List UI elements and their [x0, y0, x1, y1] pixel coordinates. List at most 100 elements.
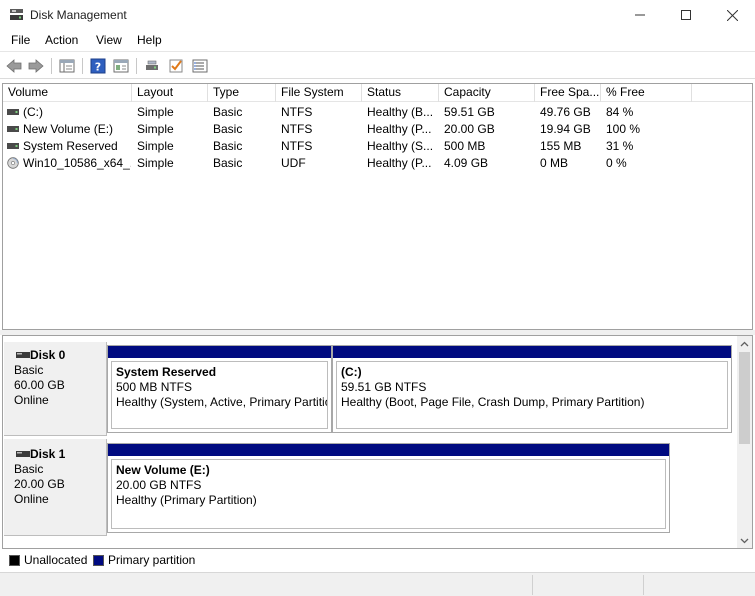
cell-type: Basic: [213, 122, 243, 136]
column-header-volume[interactable]: Volume: [3, 84, 132, 102]
table-row[interactable]: Win10_10586_x64_... Simple Basic UDF Hea…: [3, 155, 752, 172]
column-header-free-space[interactable]: Free Spa...: [535, 84, 601, 102]
cell-file-system: NTFS: [281, 105, 313, 119]
menu-help[interactable]: Help: [137, 33, 162, 47]
disk-0-type: Basic: [14, 363, 44, 377]
partition-status: Healthy (Boot, Page File, Crash Dump, Pr…: [341, 395, 645, 409]
cell-volume: System Reserved: [23, 139, 118, 153]
cell-percent-free: 100 %: [606, 122, 641, 136]
partition-size: 500 MB NTFS: [116, 380, 193, 394]
volume-list[interactable]: Volume Layout Type File System Status Ca…: [2, 83, 753, 330]
cell-capacity: 4.09 GB: [444, 156, 489, 170]
menu-file[interactable]: File: [11, 33, 30, 47]
cell-free-space: 19.94 GB: [540, 122, 591, 136]
maximize-button[interactable]: [663, 0, 709, 30]
cell-status: Healthy (P...: [367, 122, 432, 136]
minimize-button[interactable]: [617, 0, 663, 30]
status-pane: [532, 575, 533, 595]
rescan-disks-button[interactable]: [166, 56, 186, 76]
cell-percent-free: 0 %: [606, 156, 627, 170]
menu-bar: File Action View Help: [0, 30, 755, 52]
disk-management-app-icon: [10, 9, 23, 20]
toolbar: ?: [0, 53, 755, 79]
help-button[interactable]: ?: [88, 56, 108, 76]
cell-volume: (C:): [23, 105, 43, 119]
window-title: Disk Management: [30, 8, 127, 22]
disk-drive-icon: [16, 352, 30, 358]
cell-percent-free: 84 %: [606, 105, 634, 119]
close-button[interactable]: [709, 0, 755, 30]
column-header-percent-free[interactable]: % Free: [601, 84, 692, 102]
partition-label: (C:): [341, 365, 362, 379]
table-row[interactable]: (C:) Simple Basic NTFS Healthy (B... 59.…: [3, 104, 752, 121]
table-row[interactable]: New Volume (E:) Simple Basic NTFS Health…: [3, 121, 752, 138]
column-header-file-system[interactable]: File System: [276, 84, 362, 102]
scroll-down-button[interactable]: [737, 533, 752, 548]
back-arrow-icon: [6, 59, 22, 73]
cell-layout: Simple: [137, 105, 174, 119]
disk-1-label[interactable]: Disk 1 Basic 20.00 GB Online: [4, 439, 107, 536]
partition-status: Healthy (System, Active, Primary Partiti…: [116, 395, 328, 409]
legend-swatch-primary-partition: [93, 555, 104, 566]
status-bar: [0, 572, 755, 596]
disk-0-label[interactable]: Disk 0 Basic 60.00 GB Online: [4, 342, 107, 436]
cell-type: Basic: [213, 105, 243, 119]
disk-graphical-view[interactable]: Disk 0 Basic 60.00 GB Online System Rese…: [2, 335, 753, 549]
column-header-type[interactable]: Type: [208, 84, 276, 102]
cell-capacity: 20.00 GB: [444, 122, 495, 136]
status-pane: [643, 575, 644, 595]
disk-0-size: 60.00 GB: [14, 378, 65, 392]
primary-partition-bar: [108, 444, 669, 456]
chevron-down-icon: [740, 538, 749, 543]
drive-icon: [7, 109, 19, 115]
close-icon: [726, 9, 738, 21]
partition-c[interactable]: (C:) 59.51 GB NTFS Healthy (Boot, Page F…: [332, 345, 732, 433]
column-header-capacity[interactable]: Capacity: [439, 84, 535, 102]
partition-system-reserved[interactable]: System Reserved 500 MB NTFS Healthy (Sys…: [107, 345, 332, 433]
legend: Unallocated Primary partition: [0, 549, 755, 571]
disk-1-state: Online: [14, 492, 49, 506]
partition-new-volume-e[interactable]: New Volume (E:) 20.00 GB NTFS Healthy (P…: [107, 443, 670, 533]
cell-capacity: 500 MB: [444, 139, 486, 153]
settings-list-button[interactable]: [190, 56, 210, 76]
cell-volume: New Volume (E:): [23, 122, 114, 136]
connect-drive-icon: [146, 60, 158, 70]
cell-layout: Simple: [137, 139, 174, 153]
partition-details: (C:) 59.51 GB NTFS Healthy (Boot, Page F…: [336, 361, 728, 429]
forward-button[interactable]: [26, 56, 46, 76]
disk-0-state: Online: [14, 393, 49, 407]
svg-text:?: ?: [95, 61, 101, 74]
cell-file-system: UDF: [281, 156, 306, 170]
title-bar: Disk Management: [0, 0, 755, 30]
disk-1-size: 20.00 GB: [14, 477, 65, 491]
cell-status: Healthy (P...: [367, 156, 432, 170]
toolbar-separator: [136, 58, 137, 74]
partition-label: System Reserved: [116, 365, 217, 379]
column-header-status[interactable]: Status: [362, 84, 439, 102]
partition-size: 59.51 GB NTFS: [341, 380, 427, 394]
drive-icon: [7, 143, 19, 149]
connect-virtual-disk-button[interactable]: [142, 56, 162, 76]
scroll-thumb[interactable]: [739, 352, 750, 444]
chevron-up-icon: [740, 341, 749, 346]
cell-free-space: 155 MB: [540, 139, 582, 153]
partition-label: New Volume (E:): [116, 463, 210, 477]
cell-status: Healthy (S...: [367, 139, 434, 153]
table-row[interactable]: System Reserved Simple Basic NTFS Health…: [3, 138, 752, 155]
toolbar-separator: [51, 58, 52, 74]
column-header-layout[interactable]: Layout: [132, 84, 208, 102]
minimize-icon: [635, 14, 645, 16]
menu-view[interactable]: View: [96, 33, 122, 47]
cell-volume: Win10_10586_x64_...: [23, 156, 131, 170]
cell-status: Healthy (B...: [367, 105, 434, 119]
partition-details: System Reserved 500 MB NTFS Healthy (Sys…: [111, 361, 328, 429]
menu-action[interactable]: Action: [45, 33, 78, 47]
primary-partition-bar: [108, 346, 331, 358]
console-view-button[interactable]: [111, 56, 131, 76]
cell-layout: Simple: [137, 156, 174, 170]
back-button[interactable]: [4, 56, 24, 76]
show-hide-console-tree-button[interactable]: [57, 56, 77, 76]
disk-drive-icon: [16, 451, 30, 457]
scroll-up-button[interactable]: [737, 336, 752, 351]
disk-view-scrollbar[interactable]: [737, 336, 752, 548]
